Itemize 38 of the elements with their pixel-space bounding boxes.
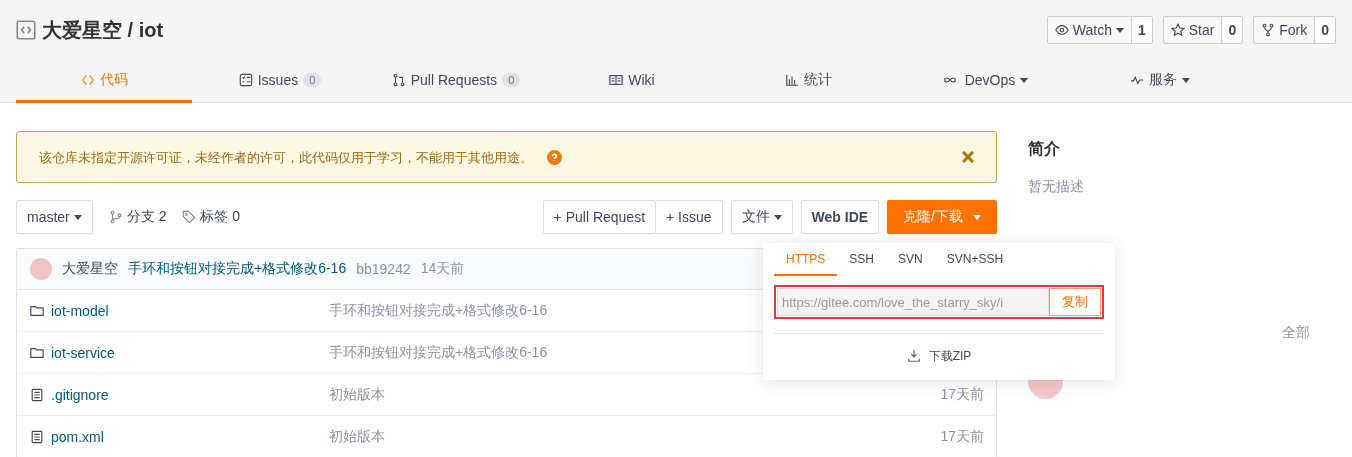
protocol-tab[interactable]: SSH (837, 243, 887, 276)
file-commit-message: 初始版本 (329, 385, 385, 404)
file-menu-button[interactable]: 文件 (730, 200, 793, 234)
file-commit-message: 手环和按钮对接完成+格式修改6-16 (329, 301, 548, 320)
file-commit-message: 初始版本 (329, 428, 385, 446)
create-button[interactable]: + Issue (656, 200, 723, 234)
nav-tab[interactable]: 统计 (720, 60, 896, 103)
file-time: 17天前 (940, 428, 984, 446)
tags-link[interactable]: 标签 0 (200, 208, 241, 226)
web-ide-button[interactable]: Web IDE (800, 200, 880, 234)
commit-time: 14天前 (420, 260, 465, 278)
notice-text: 该仓库未指定开源许可证，未经作者的许可，此代码仅用于学习，不能用于其他用途。 (39, 149, 533, 165)
protocol-tab[interactable]: SVN (886, 243, 935, 276)
nav-tab[interactable]: Issues 0 (192, 60, 368, 103)
commit-sha: bb19242 (356, 261, 411, 277)
nav-tab[interactable]: DevOps (896, 60, 1072, 103)
nav-tab[interactable]: Wiki (544, 60, 720, 103)
repository-title: 大爱星空 / iot (42, 17, 164, 43)
file-commit-message: 手环和按钮对接完成+格式修改6-16 (329, 343, 548, 362)
file-time: 17天前 (940, 385, 984, 404)
create-button[interactable]: + Pull Request (542, 200, 657, 234)
commit-author: 大爱星空 (62, 260, 118, 278)
file-name[interactable]: iot-model (51, 302, 109, 319)
sidebar-description: 暂无描述 (1028, 178, 1085, 196)
file-name[interactable]: iot-service (51, 344, 115, 361)
download-zip-link[interactable]: 下载ZIP (774, 334, 1104, 378)
file-name[interactable]: .gitignore (51, 386, 109, 403)
watch-button[interactable]: Watch 1 (1046, 16, 1153, 44)
star-button[interactable]: Star 0 (1162, 16, 1244, 44)
fork-button[interactable]: Fork 0 (1253, 16, 1336, 44)
branches-link[interactable]: 分支 2 (126, 208, 167, 226)
branch-select[interactable]: master (16, 200, 93, 234)
nav-tab[interactable]: Pull Requests 0 (368, 60, 544, 103)
nav-tab[interactable]: 服务 (1072, 60, 1248, 103)
file-name[interactable]: pom.xml (51, 429, 104, 445)
sidebar-title: 简介 (1028, 139, 1061, 159)
commit-message[interactable]: 手环和按钮对接完成+格式修改6-16 (128, 260, 347, 278)
protocol-tab[interactable]: SVN+SSH (934, 243, 1016, 276)
